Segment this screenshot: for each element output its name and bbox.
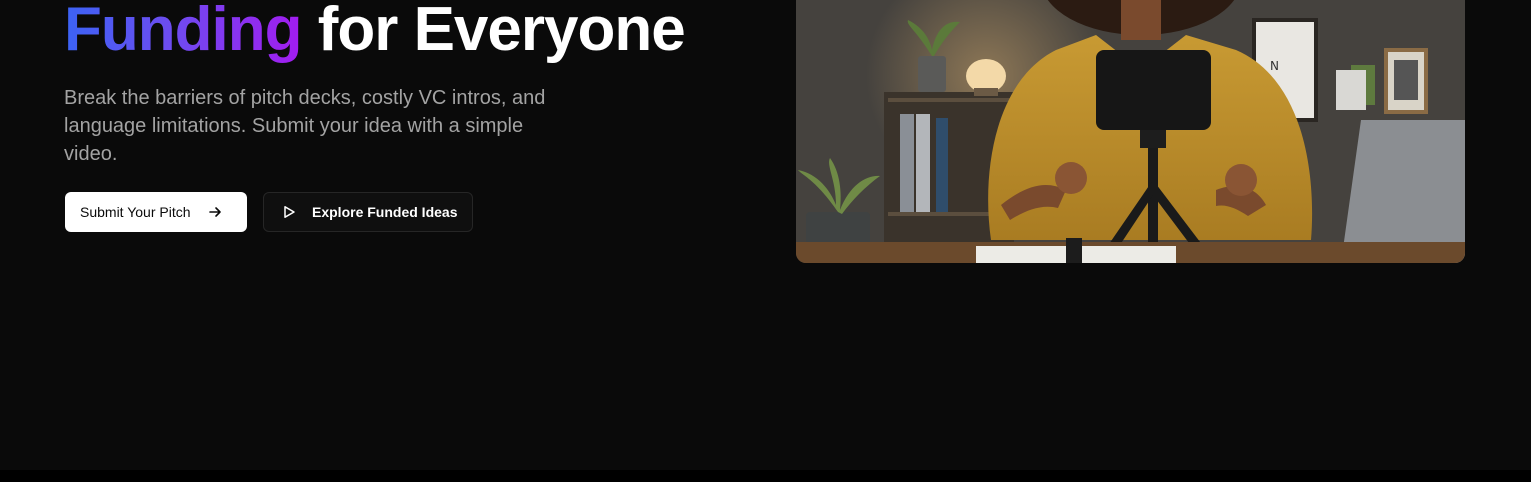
play-icon [282, 205, 296, 219]
bottom-divider [0, 470, 1531, 482]
hero-title-rest: for Everyone [301, 0, 686, 64]
hero-subtitle: Break the barriers of pitch decks, costl… [64, 87, 546, 165]
submit-pitch-button[interactable]: Submit Your Pitch [65, 192, 247, 232]
arrow-right-icon [207, 204, 223, 220]
submit-pitch-label: Submit Your Pitch [80, 204, 191, 220]
hero-title: Funding for Everyone [64, 0, 686, 66]
svg-text:N: N [1270, 59, 1279, 73]
explore-funded-ideas-button[interactable]: Explore Funded Ideas [263, 192, 473, 232]
hero-title-highlight: Funding [64, 0, 302, 64]
hero-section: Funding for Everyone Break the barriers … [0, 0, 1531, 482]
explore-funded-ideas-label: Explore Funded Ideas [312, 204, 458, 220]
hero-image: N N [796, 0, 1465, 263]
